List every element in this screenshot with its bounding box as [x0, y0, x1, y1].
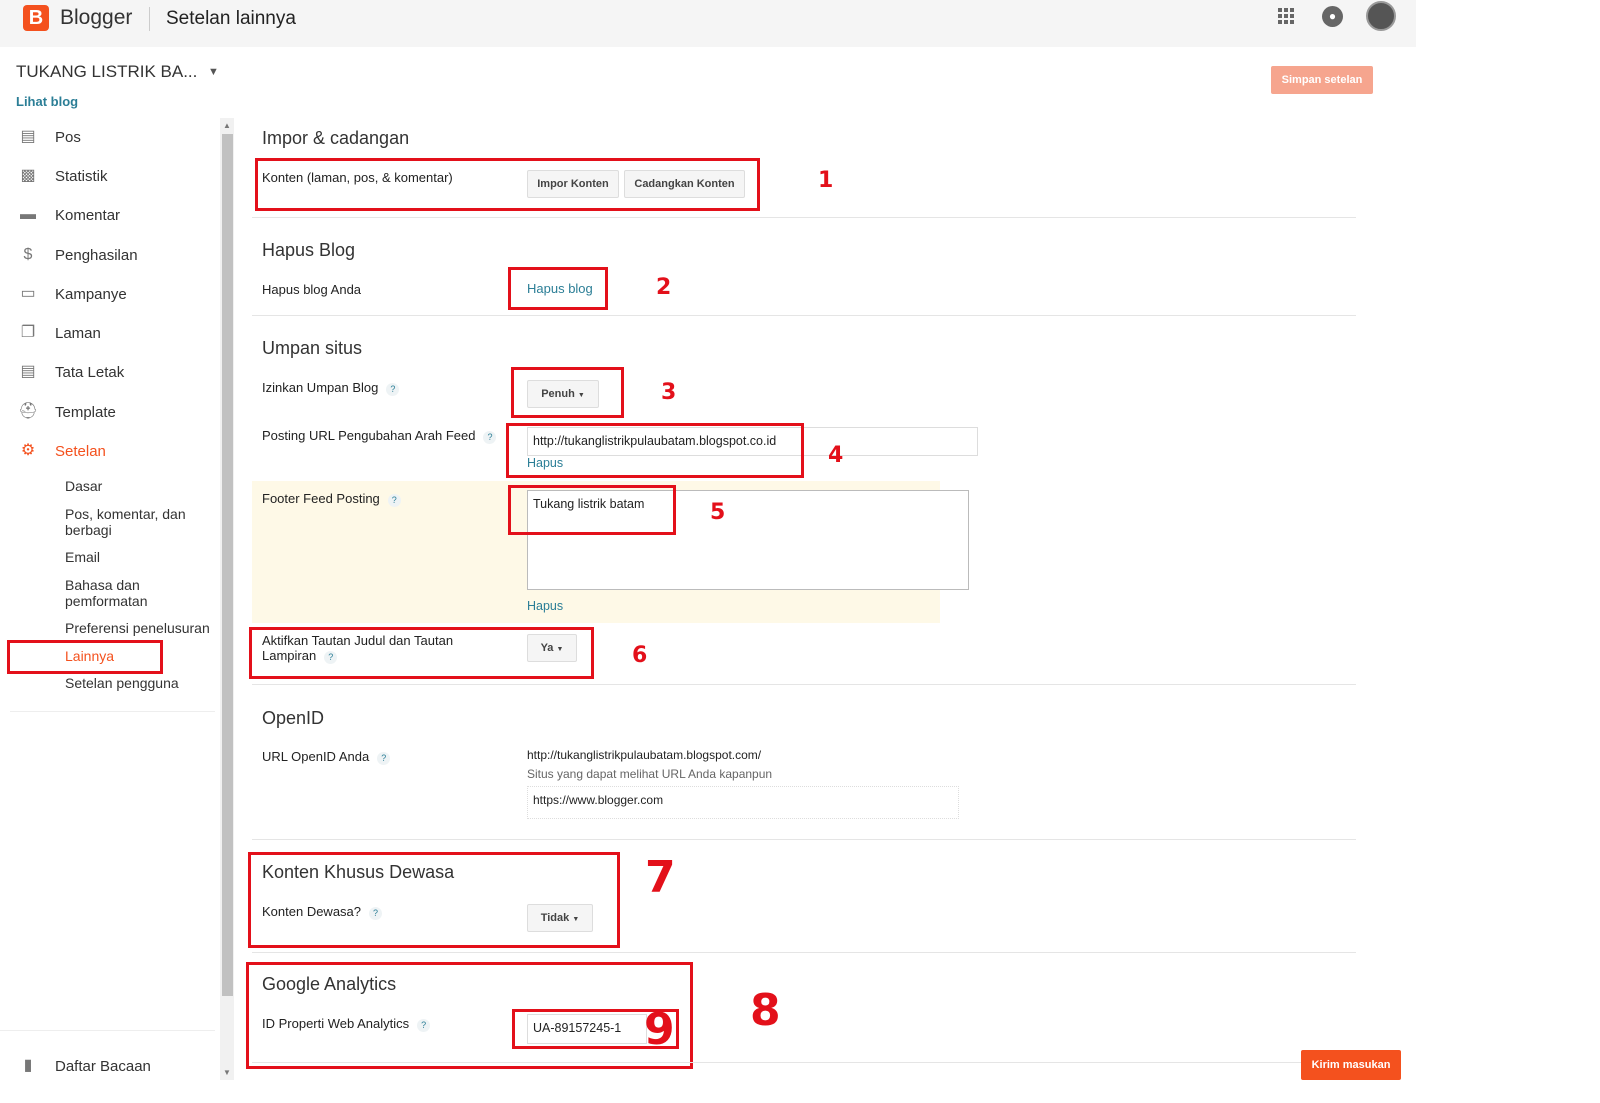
footer-feed-remove-link[interactable]: Hapus	[527, 599, 563, 613]
sidebar-item-label: Template	[55, 403, 116, 421]
annotation-box	[508, 485, 676, 535]
sidebar-item-komentar[interactable]: ▬ Komentar	[18, 206, 120, 224]
annotation-number: 3	[661, 380, 677, 405]
posts-icon: ▤	[20, 128, 36, 145]
sidebar-item-kampanye[interactable]: ▭ Kampanye	[18, 285, 127, 303]
sidebar-item-label: Kampanye	[55, 285, 127, 303]
footer-feed-label: Footer Feed Posting?	[262, 491, 401, 507]
section-title-feed: Umpan situs	[262, 338, 363, 358]
sidebar-item-label: Setelan	[55, 442, 106, 460]
annotation-box	[255, 158, 760, 211]
annotation-number: 8	[750, 985, 781, 1036]
subnav-setelan-pengguna[interactable]: Setelan pengguna	[65, 675, 215, 691]
scroll-up-icon[interactable]: ▲	[223, 121, 231, 130]
sidebar-item-label: Komentar	[55, 206, 121, 224]
annotation-number: 5	[710, 500, 726, 525]
send-feedback-button[interactable]: Kirim masukan	[1301, 1050, 1401, 1080]
allow-feed-label: Izinkan Umpan Blog?	[262, 380, 400, 396]
blogger-logo[interactable]: B	[23, 5, 49, 31]
sidebar-item-daftar-bacaan[interactable]: ▮ Daftar Bacaan	[18, 1057, 151, 1075]
ad-icon: ▭	[20, 285, 36, 302]
help-icon[interactable]: ?	[377, 752, 391, 765]
annotation-box	[246, 962, 693, 1069]
save-settings-button[interactable]: Simpan setelan	[1271, 66, 1373, 94]
divider	[252, 952, 1356, 953]
annotation-box	[508, 267, 608, 310]
divider	[149, 7, 150, 31]
subnav-email[interactable]: Email	[65, 549, 215, 565]
comments-icon: ▬	[20, 206, 36, 223]
annotation-box	[506, 423, 804, 478]
dollar-icon: $	[23, 246, 33, 263]
subnav-preferensi[interactable]: Preferensi penelusuran	[65, 620, 215, 636]
sidebar-item-label: Daftar Bacaan	[55, 1057, 151, 1075]
help-icon[interactable]: ?	[386, 383, 400, 396]
help-icon[interactable]: ?	[387, 494, 401, 507]
brand-name[interactable]: Blogger	[60, 6, 132, 30]
chevron-down-icon[interactable]: ▼	[208, 66, 219, 78]
annotation-number: 4	[828, 443, 844, 468]
sidebar-item-setelan[interactable]: ⚙ Setelan	[18, 442, 106, 460]
feed-redirect-label: Posting URL Pengubahan Arah Feed?	[262, 428, 497, 444]
annotation-number: 7	[645, 852, 676, 903]
subnav-dasar[interactable]: Dasar	[65, 478, 215, 494]
layout-icon: ▤	[20, 363, 36, 380]
sidebar-item-pos[interactable]: ▤ Pos	[18, 128, 81, 146]
subnav-bahasa[interactable]: Bahasa dan pemformatan	[65, 577, 215, 609]
blog-selector[interactable]: TUKANG LISTRIK BA...	[16, 62, 197, 82]
annotation-box	[249, 627, 594, 679]
subnav-pos-komentar[interactable]: Pos, komentar, dan berbagi	[65, 506, 215, 538]
notifications-bell-icon[interactable]: ●	[1322, 6, 1343, 27]
delete-blog-label: Hapus blog Anda	[262, 282, 362, 297]
gear-icon: ⚙	[20, 442, 36, 459]
openid-label: URL OpenID Anda?	[262, 749, 391, 765]
divider	[252, 839, 1356, 840]
help-icon[interactable]: ?	[483, 431, 497, 444]
paint-roller-icon: ⛑	[18, 403, 39, 420]
divider	[0, 1030, 215, 1031]
openid-note: Situs yang dapat melihat URL Anda kapanp…	[527, 767, 773, 781]
annotation-number: 6	[632, 643, 648, 668]
sidebar-item-label: Tata Letak	[55, 363, 125, 381]
account-avatar[interactable]	[1366, 1, 1396, 31]
divider	[252, 1062, 1356, 1063]
sidebar-item-penghasilan[interactable]: $ Penghasilan	[18, 246, 138, 264]
section-title-openid: OpenID	[262, 708, 325, 728]
scroll-down-icon[interactable]: ▼	[223, 1068, 231, 1077]
section-title-delete: Hapus Blog	[262, 240, 356, 260]
bookmark-icon: ▮	[23, 1057, 33, 1074]
sidebar-item-label: Statistik	[55, 167, 108, 185]
divider	[10, 711, 215, 712]
sidebar-item-label: Pos	[55, 128, 81, 146]
annotation-box	[248, 852, 620, 948]
sidebar-item-tata-letak[interactable]: ▤ Tata Letak	[18, 363, 124, 381]
annotation-number: 1	[818, 168, 834, 193]
annotation-box	[511, 367, 624, 418]
annotation-number: 2	[656, 275, 672, 300]
view-blog-link[interactable]: Lihat blog	[16, 94, 78, 109]
sidebar-item-laman[interactable]: ❐ Laman	[18, 324, 101, 342]
sidebar-item-template[interactable]: ⛑ Template	[18, 403, 116, 421]
scrollbar-thumb[interactable]	[222, 134, 233, 996]
openid-sites-input[interactable]: https://www.blogger.com	[527, 786, 959, 819]
sidebar-item-statistik[interactable]: ▩ Statistik	[18, 167, 108, 185]
divider	[252, 684, 1356, 685]
divider	[252, 315, 1356, 316]
stats-icon: ▩	[20, 167, 36, 184]
sidebar-item-label: Laman	[55, 324, 101, 342]
openid-url: http://tukanglistrikpulaubatam.blogspot.…	[527, 748, 762, 762]
sidebar-item-label: Penghasilan	[55, 246, 138, 264]
annotation-box	[7, 640, 163, 674]
page-title: Setelan lainnya	[166, 8, 296, 29]
apps-grid-icon[interactable]	[1278, 8, 1294, 24]
section-title-import: Impor & cadangan	[262, 128, 410, 148]
divider	[252, 217, 1356, 218]
pages-icon: ❐	[20, 324, 36, 341]
